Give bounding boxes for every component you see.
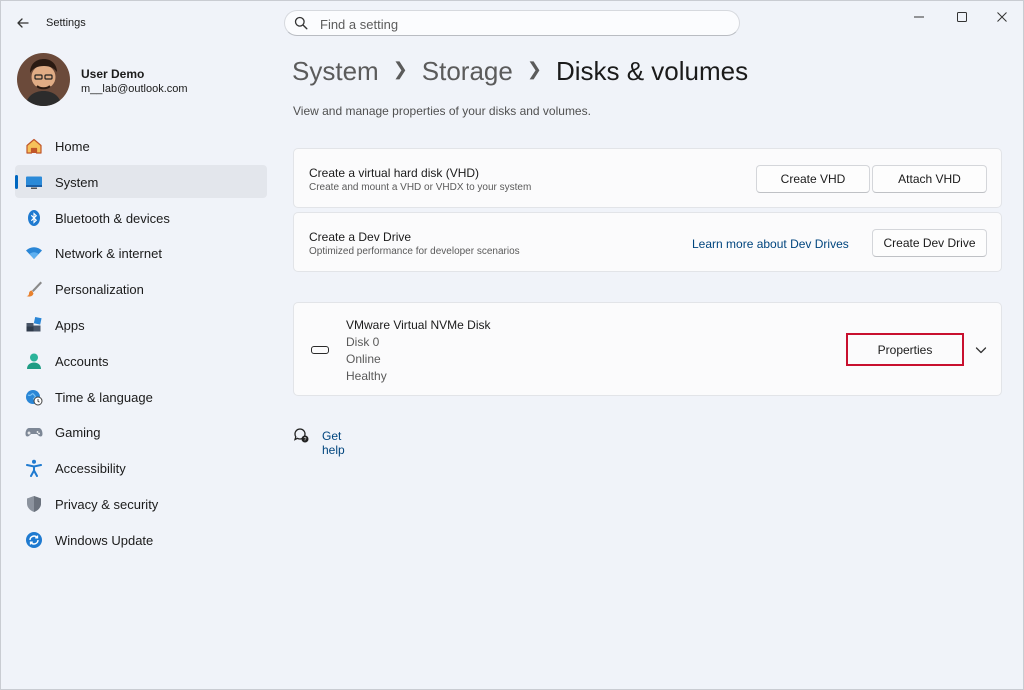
sidebar-item-label: Bluetooth & devices (55, 210, 170, 226)
user-name: User Demo (81, 67, 145, 81)
sidebar-item-system[interactable]: System (15, 164, 267, 198)
avatar-image (17, 53, 70, 106)
page-title: Disks & volumes (555, 55, 749, 86)
disk-card[interactable]: VMware Virtual NVMe Disk Disk 0 Online H… (293, 302, 1002, 396)
gamepad-icon (25, 428, 43, 437)
disk-status: Online (346, 352, 381, 366)
sidebar-item-label: Accounts (55, 353, 109, 369)
sidebar-item-label: Home (55, 139, 90, 154)
sidebar-item-label: Privacy & security (55, 496, 159, 512)
disk-name: VMware Virtual NVMe Disk (346, 318, 491, 332)
title-bar: Settings (1, 1, 1023, 45)
sidebar-item-windows-update[interactable]: Windows Update (15, 523, 267, 556)
app-title: Settings (46, 17, 86, 29)
user-profile[interactable]: User Demo m__lab@outlook.com (17, 53, 267, 107)
attach-vhd-button[interactable]: Attach VHD (872, 165, 987, 193)
vhd-card-description: Create and mount a VHD or VHDX to your s… (309, 182, 532, 193)
sidebar-item-label: Windows Update (55, 532, 154, 548)
sidebar-item-network[interactable]: Network & internet (15, 236, 267, 269)
search-box[interactable] (284, 10, 740, 36)
search-input[interactable] (318, 14, 722, 34)
sidebar-item-label: Network & internet (55, 246, 162, 262)
sidebar-item-label: System (55, 174, 99, 190)
close-button[interactable] (979, 1, 1024, 33)
sidebar-item-gaming[interactable]: Gaming (15, 415, 267, 448)
vhd-card-title: Create a virtual hard disk (VHD) (309, 166, 480, 180)
sidebar-item-label: Accessibility (55, 461, 126, 477)
system-icon (26, 176, 42, 189)
sidebar-item-label: Time & language (55, 389, 153, 405)
svg-text:?: ? (304, 437, 307, 443)
sidebar-nav: Home System Bluetooth & devices Network (15, 129, 267, 559)
sidebar-item-accounts[interactable]: Accounts (15, 344, 267, 377)
accessibility-icon (26, 459, 42, 478)
home-icon (26, 138, 42, 154)
globe-clock-icon (26, 389, 43, 406)
search-icon (294, 16, 308, 30)
create-dev-drive-button[interactable]: Create Dev Drive (872, 229, 987, 257)
back-button[interactable] (9, 9, 37, 37)
active-indicator (15, 174, 18, 189)
update-icon (26, 531, 42, 548)
sidebar-item-label: Personalization (55, 282, 144, 298)
sidebar-item-time-language[interactable]: Time & language (15, 380, 267, 413)
help-chat-icon: ? (293, 428, 309, 443)
bluetooth-icon (28, 209, 40, 226)
shield-icon (27, 495, 41, 512)
minimize-icon (914, 16, 924, 18)
wifi-icon (26, 247, 42, 260)
sidebar-item-home[interactable]: Home (15, 129, 267, 162)
properties-button[interactable]: Properties (850, 337, 960, 363)
breadcrumb: System ❯ Storage ❯ Disks & volumes (292, 53, 748, 89)
dev-drive-card-title: Create a Dev Drive (309, 230, 412, 244)
brush-icon (26, 281, 42, 297)
sidebar-item-accessibility[interactable]: Accessibility (15, 451, 267, 484)
chevron-down-icon[interactable] (974, 343, 988, 357)
breadcrumb-chevron-icon: ❯ (526, 58, 542, 79)
disk-drive-icon (311, 346, 329, 354)
breadcrumb-storage[interactable]: Storage (422, 56, 513, 87)
sidebar-item-apps[interactable]: Apps (15, 308, 267, 341)
sidebar-item-personalization[interactable]: Personalization (15, 272, 267, 305)
learn-more-dev-drives-link[interactable]: Learn more about Dev Drives (692, 237, 849, 251)
create-vhd-button[interactable]: Create VHD (756, 165, 870, 193)
breadcrumb-chevron-icon: ❯ (392, 58, 408, 79)
apps-icon (26, 316, 42, 332)
avatar[interactable] (17, 53, 70, 106)
get-help-link[interactable]: Get help (322, 429, 345, 457)
disk-health: Healthy (346, 369, 387, 383)
accounts-icon (27, 353, 41, 369)
close-icon (997, 12, 1007, 22)
sidebar-item-label: Apps (55, 317, 85, 333)
minimize-button[interactable] (896, 1, 942, 33)
breadcrumb-system[interactable]: System (292, 56, 379, 87)
user-email: m__lab@outlook.com (81, 83, 188, 95)
settings-window: Settings Find a setting User Demo m__lab… (0, 0, 1024, 690)
disk-number: Disk 0 (346, 335, 380, 349)
vhd-card: Create a virtual hard disk (VHD) Create … (293, 148, 1002, 208)
sidebar-item-label: Gaming (55, 425, 101, 441)
dev-drive-card: Create a Dev Drive Optimized performance… (293, 212, 1002, 272)
sidebar-item-bluetooth[interactable]: Bluetooth & devices (15, 201, 267, 234)
back-arrow-icon (17, 18, 29, 28)
dev-drive-card-description: Optimized performance for developer scen… (309, 246, 520, 257)
page-subtitle: View and manage properties of your disks… (293, 104, 591, 118)
sidebar-item-privacy[interactable]: Privacy & security (15, 487, 267, 520)
maximize-icon (957, 12, 967, 22)
